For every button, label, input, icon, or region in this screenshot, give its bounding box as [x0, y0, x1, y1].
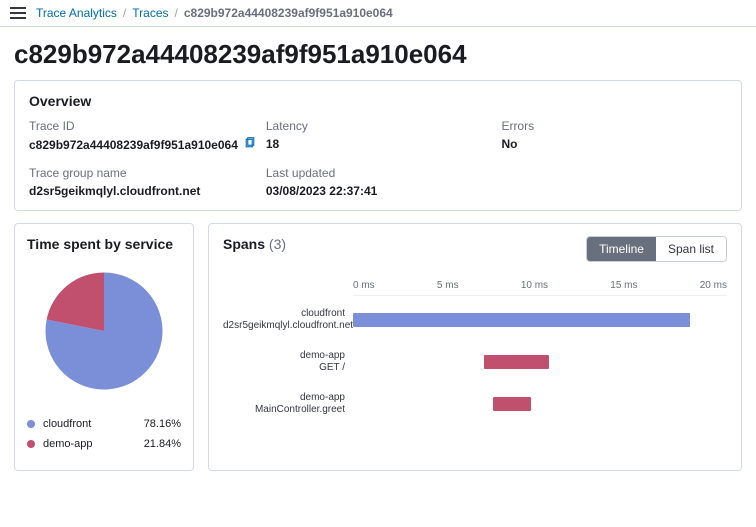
top-bar: Trace Analytics / Traces / c829b972a4440…: [0, 0, 756, 27]
span-track: [353, 355, 727, 369]
latency-label: Latency: [266, 119, 492, 133]
legend-item: demo-app 21.84%: [27, 438, 181, 450]
legend-dot-icon: [27, 420, 35, 428]
span-row[interactable]: demo-appGET /: [353, 348, 727, 376]
span-label: cloudfrontd2sr5geikmqlyl.cloudfront.net: [223, 308, 353, 332]
time-panel-title: Time spent by service: [27, 236, 181, 252]
overview-group: Trace group name d2sr5geikmqlyl.cloudfro…: [29, 166, 256, 198]
legend-pct: 21.84%: [144, 438, 181, 450]
span-row[interactable]: cloudfrontd2sr5geikmqlyl.cloudfront.net: [353, 306, 727, 334]
spanlist-toggle[interactable]: Span list: [656, 237, 726, 261]
errors-label: Errors: [501, 119, 727, 133]
span-row[interactable]: demo-appMainController.greet: [353, 390, 727, 418]
span-track: [353, 397, 727, 411]
pie-chart: [27, 266, 181, 396]
axis-tick: 10 ms: [521, 280, 548, 291]
span-track: [353, 313, 727, 327]
updated-label: Last updated: [266, 166, 492, 180]
trace-id-value: c829b972a44408239af9f951a910e064: [29, 138, 238, 152]
time-by-service-panel: Time spent by service cloudfront 78.16% de…: [14, 223, 194, 471]
breadcrumb-traces[interactable]: Traces: [132, 6, 168, 20]
trace-id-label: Trace ID: [29, 119, 256, 133]
axis-tick: 5 ms: [437, 280, 459, 291]
overview-title: Overview: [29, 93, 727, 109]
breadcrumb-sep: /: [175, 6, 178, 20]
group-value: d2sr5geikmqlyl.cloudfront.net: [29, 184, 256, 198]
breadcrumb-sep: /: [123, 6, 126, 20]
spans-panel: Spans (3) Timeline Span list 0 ms 5 ms 10 …: [208, 223, 742, 471]
breadcrumb-root[interactable]: Trace Analytics: [36, 6, 117, 20]
updated-value: 03/08/2023 22:37:41: [266, 184, 492, 198]
span-label: demo-appGET /: [223, 350, 353, 374]
legend-name: demo-app: [43, 438, 93, 450]
breadcrumb-current: c829b972a44408239af9f951a910e064: [184, 6, 393, 20]
legend-dot-icon: [27, 440, 35, 448]
overview-updated: Last updated 03/08/2023 22:37:41: [266, 166, 492, 198]
axis-tick: 20 ms: [700, 280, 727, 291]
span-bar: [493, 397, 530, 411]
axis-tick: 15 ms: [610, 280, 637, 291]
span-bar: [484, 355, 549, 369]
axis-tick: 0 ms: [353, 280, 375, 291]
pie-legend: cloudfront 78.16% demo-app 21.84%: [27, 418, 181, 450]
timeline-chart: 0 ms 5 ms 10 ms 15 ms 20 ms cloudfrontd2sr5g…: [353, 280, 727, 418]
overview-traceid: Trace ID c829b972a44408239af9f951a910e06…: [29, 119, 256, 152]
span-label: demo-appMainController.greet: [223, 392, 353, 416]
span-bar: [353, 313, 690, 327]
timeline-axis: 0 ms 5 ms 10 ms 15 ms 20 ms: [353, 280, 727, 296]
menu-icon[interactable]: [10, 7, 26, 19]
timeline-toggle[interactable]: Timeline: [587, 237, 656, 261]
errors-value: No: [501, 137, 727, 151]
group-label: Trace group name: [29, 166, 256, 180]
overview-panel: Overview Trace ID c829b972a44408239af9f9…: [14, 80, 742, 211]
overview-latency: Latency 18: [266, 119, 492, 152]
legend-pct: 78.16%: [144, 418, 181, 430]
spans-count: (3): [269, 236, 286, 252]
page-title: c829b972a44408239af9f951a910e064: [0, 27, 756, 80]
overview-errors: Errors No: [501, 119, 727, 152]
spans-title: Spans (3): [223, 236, 286, 252]
view-toggle: Timeline Span list: [586, 236, 727, 262]
copy-icon[interactable]: [244, 137, 256, 152]
legend-name: cloudfront: [43, 418, 91, 430]
latency-value: 18: [266, 137, 492, 151]
legend-item: cloudfront 78.16%: [27, 418, 181, 430]
